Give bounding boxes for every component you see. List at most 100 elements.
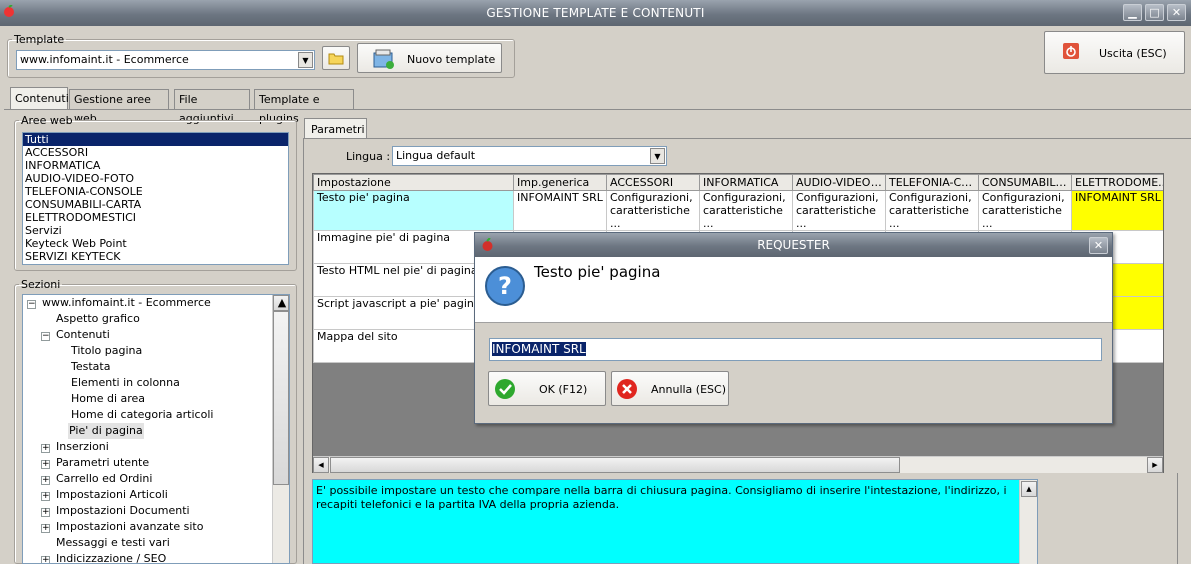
tree-item[interactable]: Testata <box>69 359 110 375</box>
tree-item[interactable]: Inserzioni <box>54 439 109 455</box>
grid-cell[interactable]: Configurazioni, caratteristiche ... <box>606 190 700 231</box>
expand-icon[interactable]: + <box>41 508 50 517</box>
tab-gestione-aree-web[interactable]: Gestione aree web <box>69 89 169 125</box>
tree-item[interactable]: Indicizzazione / SEO <box>54 551 166 563</box>
grid-cell[interactable]: Configurazioni, caratteristiche ... <box>885 190 979 231</box>
sezioni-tree[interactable]: − www.infomaint.it - Ecommerce Aspetto g… <box>22 294 290 564</box>
col-header[interactable]: TELEFONIA-CO... <box>885 174 979 191</box>
tree-item[interactable]: Carrello ed Ordini <box>54 471 152 487</box>
maximize-button[interactable]: □ <box>1145 4 1164 21</box>
description-text[interactable]: E' possibile impostare un testo che comp… <box>312 479 1038 564</box>
expand-icon[interactable]: + <box>41 556 50 563</box>
col-header[interactable]: INFORMATICA <box>699 174 793 191</box>
close-button[interactable]: ✕ <box>1167 4 1186 21</box>
aree-web-list[interactable]: Tutti ACCESSORI INFORMATICA AUDIO-VIDEO-… <box>22 132 289 265</box>
grid-hscrollbar[interactable]: ◀ ▶ <box>313 456 1163 473</box>
col-header[interactable]: Imp.generica <box>513 174 607 191</box>
list-item[interactable]: TELEFONIA-CONSOLE <box>23 185 288 198</box>
dialog-question: Testo pie' pagina <box>534 263 661 281</box>
list-item[interactable]: ELETTRODOMESTICI <box>23 211 288 224</box>
grid-cell[interactable]: Configurazioni, caratteristiche ... <box>978 190 1072 231</box>
expand-icon[interactable]: + <box>41 444 50 453</box>
ok-button[interactable]: OK (F12) <box>488 371 606 406</box>
tree-item[interactable]: Titolo pagina <box>69 343 142 359</box>
open-folder-button[interactable] <box>322 46 350 70</box>
tree-item[interactable]: www.infomaint.it - Ecommerce <box>40 295 211 311</box>
tab-template-e-plugins[interactable]: Template e plugins <box>254 89 354 125</box>
lingua-select[interactable]: Lingua default ▼ <box>392 146 667 166</box>
requester-dialog: REQUESTER ✕ ? Testo pie' pagina INFOMAIN… <box>474 232 1113 424</box>
tree-item[interactable]: Impostazioni Documenti <box>54 503 190 519</box>
list-item[interactable]: AUDIO-VIDEO-FOTO <box>23 172 288 185</box>
tree-item[interactable]: Elementi in colonna <box>69 375 180 391</box>
scroll-thumb[interactable] <box>330 457 900 473</box>
tree-item[interactable]: Aspetto grafico <box>54 311 140 327</box>
scroll-up-button[interactable]: ▲ <box>1021 481 1037 497</box>
scroll-thumb[interactable] <box>273 311 289 485</box>
new-template-button[interactable]: Nuovo template <box>357 43 502 73</box>
lingua-select-value: Lingua default <box>396 149 476 162</box>
tab-contenuti[interactable]: Contenuti <box>10 87 69 109</box>
ok-label: OK (F12) <box>539 383 588 396</box>
folder-icon <box>328 53 344 65</box>
lingua-label: Lingua : <box>346 150 391 163</box>
expand-icon[interactable]: + <box>41 476 50 485</box>
tree-item[interactable]: Parametri utente <box>54 455 149 471</box>
new-template-icon <box>373 49 394 69</box>
col-header[interactable]: ACCESSORI <box>606 174 700 191</box>
col-header[interactable]: AUDIO-VIDEO-... <box>792 174 886 191</box>
list-item[interactable]: SERVIZI KEYTECK <box>23 250 288 263</box>
expand-icon[interactable]: + <box>41 492 50 501</box>
scroll-up-button[interactable]: ▲ <box>273 295 289 311</box>
grid-cell[interactable]: INFOMAINT SRL <box>1071 190 1163 231</box>
grid-cell[interactable]: Testo pie' pagina <box>313 190 514 231</box>
tree-scrollbar[interactable]: ▲ <box>272 295 289 563</box>
expand-icon[interactable]: + <box>41 524 50 533</box>
col-header[interactable]: ELETTRODOME... <box>1071 174 1163 191</box>
table-row[interactable]: Testo pie' pagina INFOMAINT SRL Configur… <box>313 190 1163 231</box>
dialog-title-bar: REQUESTER ✕ <box>475 233 1112 257</box>
minimize-button[interactable]: ▁ <box>1123 4 1142 21</box>
list-item[interactable]: INFORMATICA <box>23 159 288 172</box>
dialog-header: ? Testo pie' pagina <box>475 257 1112 323</box>
grid-cell[interactable]: Configurazioni, caratteristiche ... <box>699 190 793 231</box>
cancel-button[interactable]: Annulla (ESC) <box>611 371 729 406</box>
description-scrollbar[interactable]: ▲ <box>1019 480 1037 564</box>
template-select[interactable]: www.infomaint.it - Ecommerce ▼ <box>16 50 315 70</box>
tree-item[interactable]: Home di categoria articoli <box>69 407 213 423</box>
tab-file-aggiuntivi[interactable]: File aggiuntivi <box>174 89 250 125</box>
sezioni-legend: Sezioni <box>21 278 61 291</box>
grid-cell[interactable]: Configurazioni, caratteristiche ... <box>792 190 886 231</box>
list-item[interactable]: ACCESSORI <box>23 146 288 159</box>
list-item[interactable]: Keyteck Web Point <box>23 237 288 250</box>
list-item[interactable]: CONSUMABILI-CARTA <box>23 198 288 211</box>
panel-edge <box>1177 473 1178 564</box>
grid-cell[interactable]: INFOMAINT SRL <box>513 190 607 231</box>
tree-item-selected[interactable]: Pie' di pagina <box>68 423 144 439</box>
col-header[interactable]: CONSUMABILI-... <box>978 174 1072 191</box>
chevron-down-icon[interactable]: ▼ <box>298 52 313 68</box>
scroll-left-button[interactable]: ◀ <box>313 457 329 473</box>
tree-item[interactable]: Messaggi e testi vari <box>54 535 170 551</box>
dialog-close-button[interactable]: ✕ <box>1089 237 1108 254</box>
tree-item[interactable]: Home di area <box>69 391 145 407</box>
exit-button[interactable]: Uscita (ESC) <box>1044 31 1185 74</box>
aree-web-legend: Aree web <box>21 114 73 127</box>
tree-item[interactable]: Contenuti <box>54 327 110 343</box>
tree-item[interactable]: Impostazioni Articoli <box>54 487 168 503</box>
collapse-icon[interactable]: − <box>41 332 50 341</box>
scroll-right-button[interactable]: ▶ <box>1147 457 1163 473</box>
col-header[interactable]: Impostazione <box>313 174 514 191</box>
cancel-label: Annulla (ESC) <box>651 383 726 396</box>
expand-icon[interactable]: + <box>41 460 50 469</box>
chevron-down-icon[interactable]: ▼ <box>650 148 665 164</box>
list-item[interactable]: Servizi <box>23 224 288 237</box>
power-icon <box>1063 43 1079 59</box>
tree-item[interactable]: Impostazioni avanzate sito <box>54 519 203 535</box>
value-input[interactable]: INFOMAINT SRL <box>489 338 1102 361</box>
template-select-value: www.infomaint.it - Ecommerce <box>20 53 189 66</box>
collapse-icon[interactable]: − <box>27 300 36 309</box>
list-item[interactable]: Tutti <box>23 133 288 146</box>
tab-parametri[interactable]: Parametri <box>304 118 367 139</box>
tab-divider <box>4 109 1191 110</box>
